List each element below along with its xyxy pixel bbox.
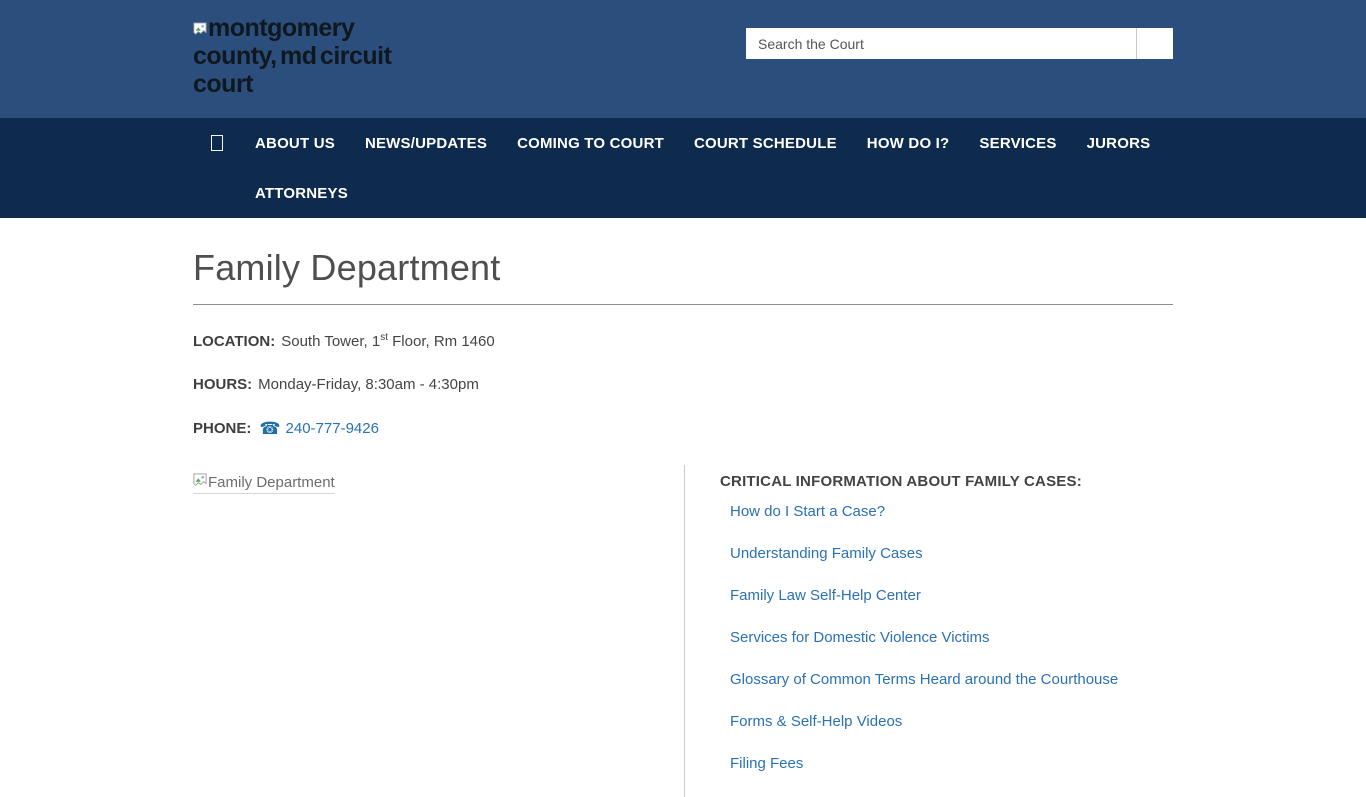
telephone-icon: ☎ xyxy=(259,419,280,438)
phone-number-link[interactable]: 240-777-9426 xyxy=(286,420,379,437)
missing-glyph-icon xyxy=(211,135,223,151)
site-logo-link[interactable]: montgomery county, md circuit court xyxy=(193,14,408,98)
link-understanding-family-cases[interactable]: Understanding Family Cases xyxy=(730,545,1173,562)
nav-row-2: ATTORNEYS xyxy=(193,168,1173,218)
hours-label: HOURS: xyxy=(193,376,252,393)
nav-item-court-schedule[interactable]: COURT SCHEDULE xyxy=(679,135,852,152)
search-button[interactable] xyxy=(1136,28,1173,59)
department-info: LOCATION: South Tower, 1st Floor, Rm 1460… xyxy=(193,332,1173,439)
content-columns: Family Department CRITICAL INFORMATION A… xyxy=(193,465,1173,797)
nav-item-home[interactable] xyxy=(193,118,240,168)
location-value: South Tower, 1st Floor, Rm 1460 xyxy=(281,333,494,350)
link-how-do-i-start-a-case[interactable]: How do I Start a Case? xyxy=(730,503,1173,520)
broken-image-icon xyxy=(193,473,207,491)
link-forms-and-self-help-videos[interactable]: Forms & Self-Help Videos xyxy=(730,713,1173,730)
site-logo-alt-label: montgomery county, md circuit court xyxy=(193,14,391,98)
left-column: Family Department xyxy=(193,465,684,797)
nav-item-news-updates[interactable]: NEWS/UPDATES xyxy=(350,135,502,152)
search-bar xyxy=(746,28,1173,59)
main-content: Family Department LOCATION: South Tower, … xyxy=(193,218,1173,797)
link-family-law-self-help-center[interactable]: Family Law Self-Help Center xyxy=(730,587,1173,604)
title-divider xyxy=(193,304,1173,305)
family-department-image-alt: Family Department xyxy=(208,474,335,491)
nav-item-services[interactable]: SERVICES xyxy=(964,135,1071,152)
family-department-image-link[interactable]: Family Department xyxy=(193,473,335,494)
phone-row: PHONE: ☎ 240-777-9426 xyxy=(193,419,1173,439)
main-nav: ABOUT US NEWS/UPDATES COMING TO COURT CO… xyxy=(0,118,1366,218)
critical-info-heading: CRITICAL INFORMATION ABOUT FAMILY CASES: xyxy=(720,473,1173,490)
nav-item-about-us[interactable]: ABOUT US xyxy=(240,135,350,152)
link-services-for-domestic-violence-victims[interactable]: Services for Domestic Violence Victims xyxy=(730,629,1173,646)
site-logo-alt-text: montgomery county, md circuit court xyxy=(193,14,391,98)
location-label: LOCATION: xyxy=(193,333,275,350)
hours-row: HOURS: Monday-Friday, 8:30am - 4:30pm xyxy=(193,376,1173,393)
nav-item-how-do-i[interactable]: HOW DO I? xyxy=(852,135,965,152)
nav-item-coming-to-court[interactable]: COMING TO COURT xyxy=(502,135,679,152)
broken-image-icon xyxy=(193,14,207,42)
page-title: Family Department xyxy=(193,247,1173,289)
hours-value: Monday-Friday, 8:30am - 4:30pm xyxy=(258,376,479,393)
site-header: montgomery county, md circuit court xyxy=(0,0,1366,118)
phone-label: PHONE: xyxy=(193,420,251,437)
location-ordinal-sup: st xyxy=(380,332,388,343)
nav-item-attorneys[interactable]: ATTORNEYS xyxy=(240,185,363,202)
link-glossary-of-common-terms[interactable]: Glossary of Common Terms Heard around th… xyxy=(730,671,1173,688)
nav-row-1: ABOUT US NEWS/UPDATES COMING TO COURT CO… xyxy=(193,118,1173,168)
right-column: CRITICAL INFORMATION ABOUT FAMILY CASES:… xyxy=(684,465,1173,797)
link-filing-fees[interactable]: Filing Fees xyxy=(730,755,1173,772)
search-input[interactable] xyxy=(746,28,1136,59)
nav-item-jurors[interactable]: JURORS xyxy=(1072,135,1166,152)
location-row: LOCATION: South Tower, 1st Floor, Rm 1460 xyxy=(193,332,1173,350)
